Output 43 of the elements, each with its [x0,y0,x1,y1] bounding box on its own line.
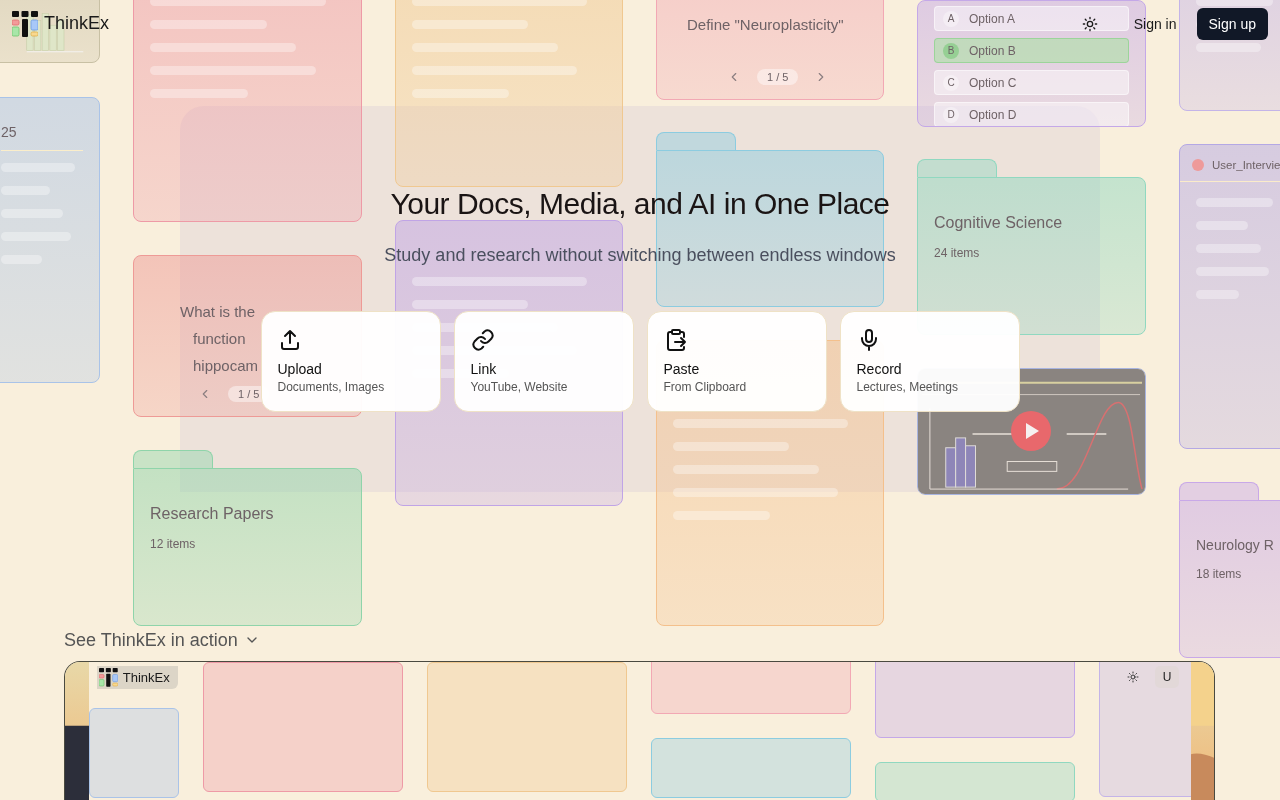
folder-title: Neurology R [1196,537,1275,553]
option-letter: D [943,106,959,123]
logo-icon [99,667,118,687]
quiz-option[interactable]: A Option A [934,6,1129,31]
document-title: 25 [1,123,18,140]
hero-title: Your Docs, Media, and AI in One Place [390,185,890,222]
option-letter: B [943,42,959,59]
source-card[interactable]: Paste From Clipboard [646,310,827,412]
option-label: Option A [969,11,1016,26]
option-label: Option C [969,75,1017,90]
question-text: Define "Neuroplasticity" [687,15,844,35]
option-letter: A [943,10,959,27]
play-icon[interactable] [1011,411,1051,451]
question-text: function [192,329,246,349]
option-letter: C [943,74,959,91]
quiz-option[interactable]: D Option D [934,102,1129,126]
question-text: hippocam [192,356,259,376]
recording-dot [1192,159,1204,171]
question-text: What is the [180,302,256,322]
quiz-option[interactable]: B Option B [934,38,1129,63]
source-card[interactable]: Link YouTube, Website [453,310,634,412]
demo-toggle[interactable]: See ThinkEx in action [64,629,260,651]
option-label: Option B [969,43,1016,58]
source-card[interactable]: Upload Documents, Images [260,310,441,412]
user-avatar[interactable]: U [1155,665,1179,688]
hero-subtitle: Study and research without switching between endless windows [384,243,896,267]
link-icon [470,327,495,352]
sun-icon[interactable] [1127,670,1139,683]
quiz-option[interactable]: C Option C [934,70,1129,95]
brand-name[interactable]: ThinkEx [44,13,110,35]
folder-title: Cognitive Science [934,214,1064,232]
sign-up-button[interactable]: Sign up [1196,7,1268,40]
folder-title: Research Papers [150,505,275,523]
item-count: 12 items [150,537,197,551]
file-name: User_Intervie [1212,159,1280,171]
logo-icon [12,10,38,37]
item-count: 24 items [934,246,981,260]
card-counter: 1 / 5 [757,69,799,85]
source-card[interactable]: Record Lectures, Meetings [839,310,1020,412]
brand-name: ThinkEx [122,669,170,685]
item-count: 18 items [1196,567,1243,581]
sun-icon [1081,15,1098,32]
option-label: Option D [969,107,1017,122]
